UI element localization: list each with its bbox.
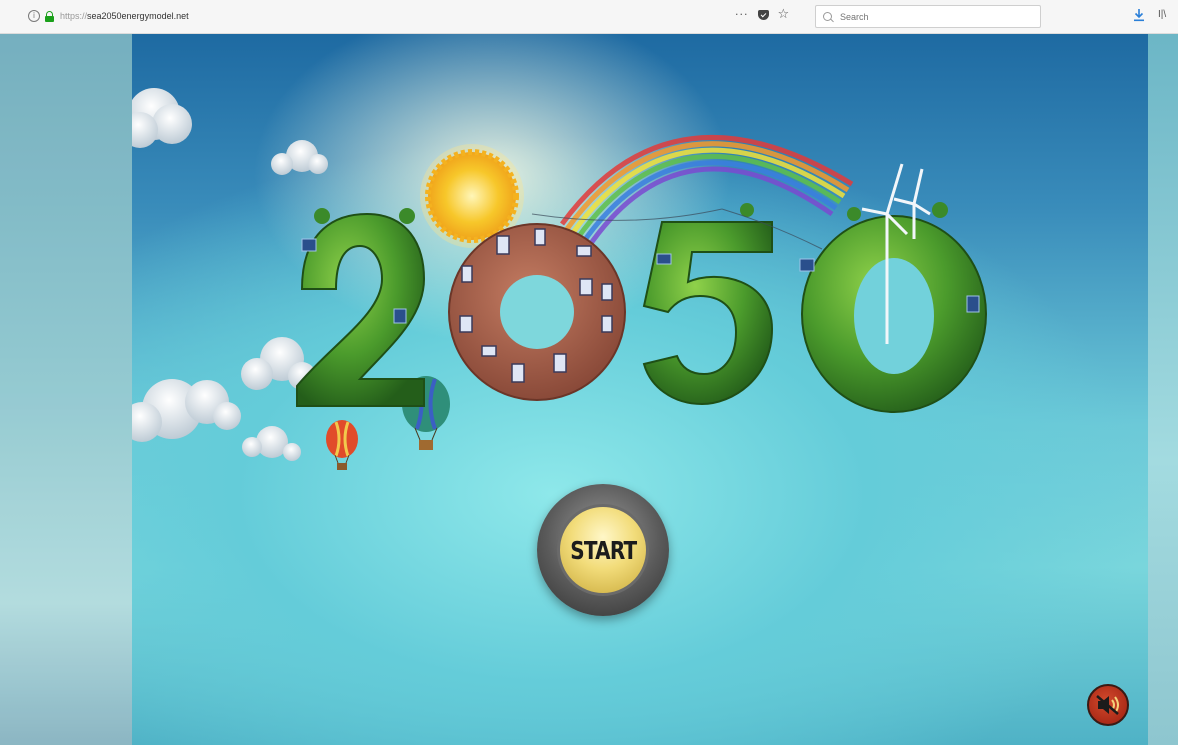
cloud [271,140,328,175]
sound-toggle-button[interactable] [1087,684,1129,726]
url-bar[interactable]: i https://sea2050energymodel.net [28,6,728,26]
game-stage: START [132,34,1148,745]
search-box[interactable] [815,5,1041,28]
cloud [132,88,192,148]
page-actions: ··· ☆ [735,8,789,22]
hot-air-balloon [326,420,358,470]
pocket-icon[interactable] [757,10,769,20]
right-backdrop [1148,34,1178,745]
url-text[interactable]: https://sea2050energymodel.net [60,11,189,21]
start-button[interactable]: START [537,484,669,616]
speaker-muted-icon [1096,695,1119,715]
search-input[interactable] [838,10,1022,23]
page-actions-icon[interactable]: ··· [735,8,749,22]
download-icon[interactable] [1133,8,1145,22]
lock-icon[interactable] [45,10,54,22]
start-label: START [569,535,637,565]
logo-digit-0-green [801,215,987,413]
bookmark-star-icon[interactable]: ☆ [778,8,790,22]
cloud [132,337,316,442]
library-icon[interactable]: I|\ [1158,9,1166,20]
logo-digit-5 [642,221,774,406]
logo-digit-0-brick [448,223,626,401]
url-host: sea2050energymodel.net [87,11,189,21]
search-icon [823,12,832,21]
start-button-face: START [557,504,649,596]
title-scene [132,88,987,470]
info-icon[interactable]: i [28,10,40,22]
cloud [242,426,301,461]
page-viewport: START [0,34,1178,745]
url-scheme: https:// [60,11,88,21]
browser-toolbar: i https://sea2050energymodel.net ··· ☆ I… [0,0,1178,34]
left-backdrop [0,34,132,745]
logo-2050 [296,202,987,413]
